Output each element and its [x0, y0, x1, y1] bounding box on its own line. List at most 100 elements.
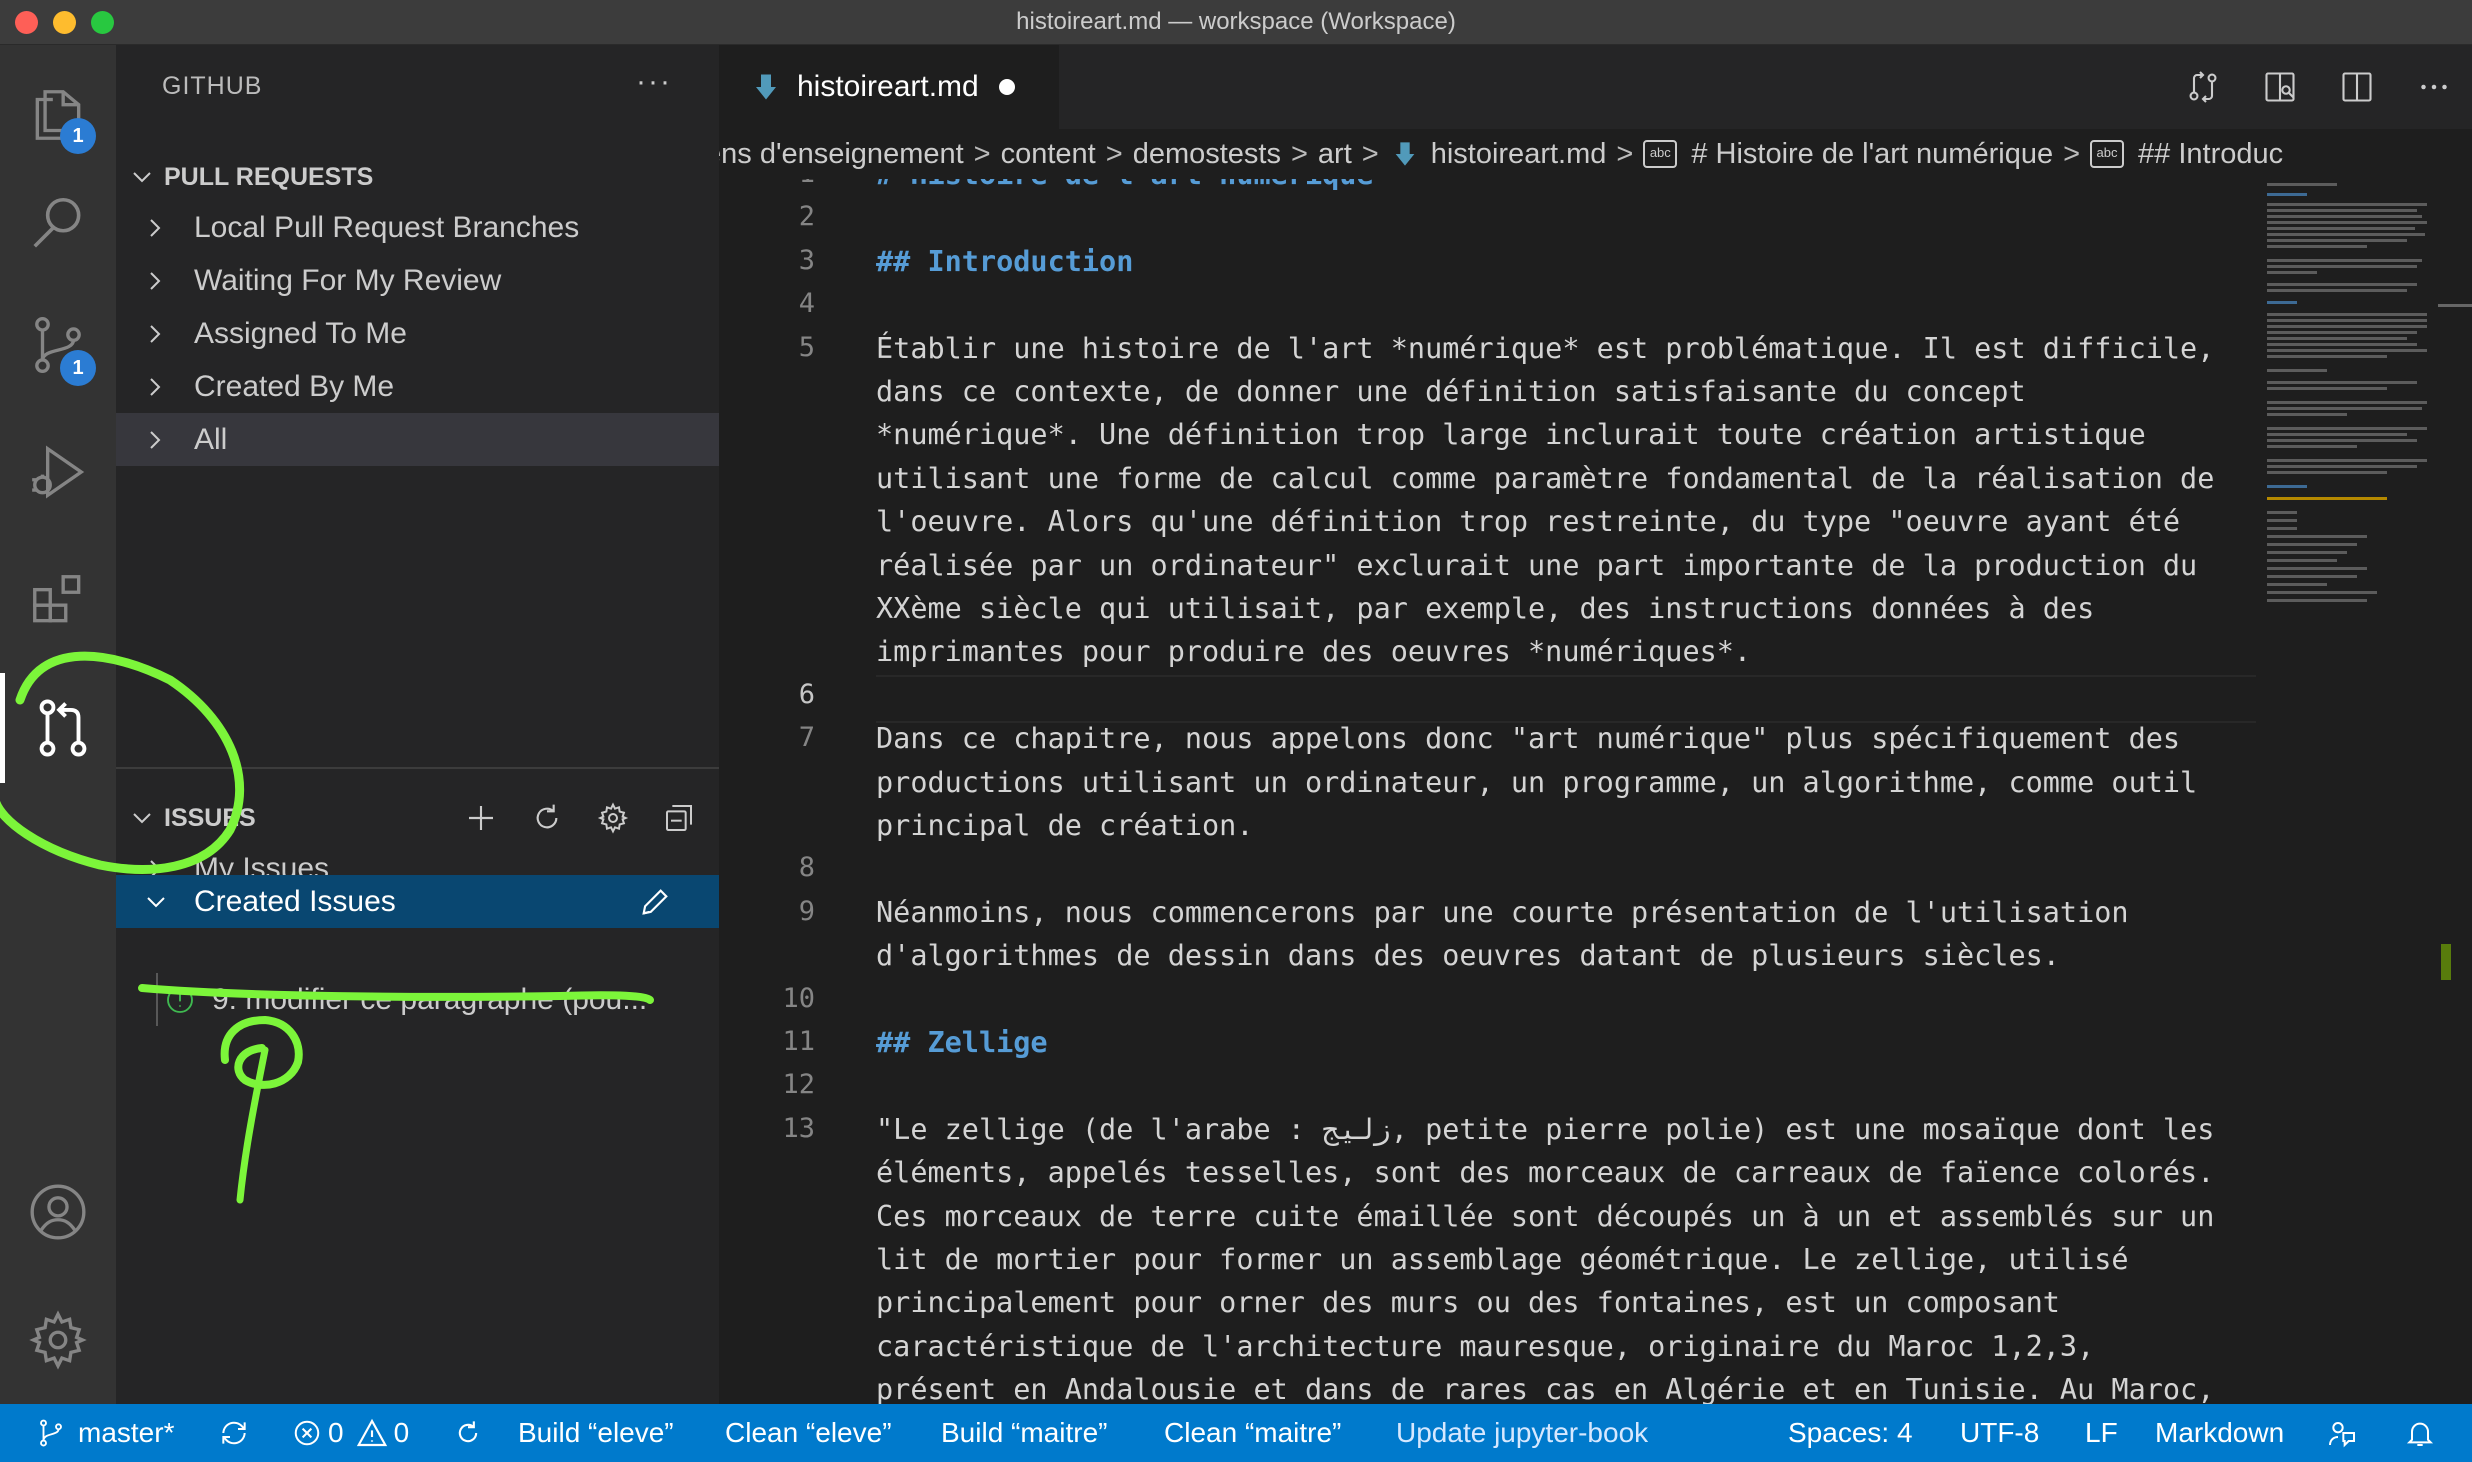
- pr-category-created-by-me[interactable]: Created By Me: [116, 360, 719, 413]
- code-line[interactable]: principal de création.: [876, 809, 1254, 842]
- breadcrumb-item[interactable]: demostests: [1133, 129, 1281, 179]
- code-line[interactable]: présent en Andalousie et dans de rares c…: [876, 1373, 2214, 1404]
- bell-icon: [2406, 1422, 2434, 1446]
- language-mode-status[interactable]: Markdown: [2155, 1404, 2284, 1462]
- code-line[interactable]: réalisée par un ordinateur" exclurait un…: [876, 549, 2197, 582]
- breadcrumb-item[interactable]: histoireart.md: [1431, 129, 1607, 179]
- search-activity[interactable]: [0, 168, 116, 278]
- code-line[interactable]: imprimantes pour produire des oeuvres *n…: [876, 635, 1751, 668]
- pr-category-assigned[interactable]: Assigned To Me: [116, 307, 719, 360]
- line-number: 4: [798, 288, 815, 320]
- status-bar: master* 0 0 Build “eleve” Clean “eleve” …: [0, 1404, 2472, 1462]
- code-line[interactable]: XXème siècle qui utilisait, par exemple,…: [876, 592, 2094, 625]
- clean-eleve-button[interactable]: Clean “eleve”: [725, 1404, 892, 1462]
- issues-section-header[interactable]: ISSUES: [116, 794, 719, 842]
- code-line[interactable]: d'algorithmes de dessin dans des oeuvres…: [876, 939, 2060, 972]
- pr-category-label: All: [194, 423, 228, 456]
- eol-status[interactable]: LF: [2085, 1404, 2118, 1462]
- minimap[interactable]: [2259, 179, 2439, 779]
- code-line[interactable]: Dans ce chapitre, nous appelons donc "ar…: [876, 722, 2180, 755]
- extensions-activity[interactable]: [0, 545, 116, 655]
- code-line[interactable]: lit de mortier pour former un assemblage…: [876, 1243, 2129, 1276]
- chevron-down-icon: [144, 875, 168, 928]
- code-line[interactable]: l'oeuvre. Alors qu'une définition trop r…: [876, 505, 2180, 538]
- code-line[interactable]: ## Zellige: [876, 1026, 1048, 1059]
- refresh-icon: [536, 804, 558, 829]
- source-control-activity[interactable]: 1: [0, 290, 116, 400]
- pr-category-all[interactable]: All: [116, 413, 719, 466]
- sync-button[interactable]: [218, 1404, 250, 1462]
- collapse-all-button[interactable]: [646, 802, 712, 834]
- open-changes-button[interactable]: [2164, 69, 2241, 105]
- issue-title: 9: modifier ce paragraphe (pou...: [212, 983, 648, 1016]
- run-debug-activity[interactable]: [0, 417, 116, 527]
- editor-actions: [2164, 45, 2472, 129]
- accounts-activity[interactable]: [0, 1157, 116, 1267]
- build-eleve-button[interactable]: Build “eleve”: [518, 1404, 674, 1462]
- branch-status[interactable]: master*: [36, 1404, 174, 1462]
- breadcrumb-item[interactable]: content: [1001, 129, 1096, 179]
- run-task-button[interactable]: [454, 1404, 482, 1462]
- breadcrumb-item[interactable]: ## Introduc: [2138, 129, 2283, 179]
- breadcrumb-item[interactable]: ens d'enseignement: [719, 129, 964, 179]
- create-issue-button[interactable]: [448, 802, 514, 834]
- code-line[interactable]: éléments, appelés tesselles, sont des mo…: [876, 1156, 2214, 1189]
- sidebar-more-actions-button[interactable]: ···: [636, 65, 672, 99]
- github-pull-requests-activity[interactable]: [0, 673, 121, 783]
- chevron-right-icon: >: [1616, 138, 1634, 170]
- problems-status[interactable]: 0 0: [292, 1404, 409, 1462]
- manage-activity[interactable]: [0, 1285, 116, 1395]
- pull-requests-section-header[interactable]: PULL REQUESTS: [116, 153, 719, 201]
- chevron-right-icon: >: [1105, 138, 1123, 170]
- configure-issues-button[interactable]: [580, 802, 646, 834]
- code-line[interactable]: productions utilisant un ordinateur, un …: [876, 766, 2197, 799]
- code-line[interactable]: # Histoire de l'art numérique: [876, 179, 1374, 191]
- code-editor[interactable]: 1 # Histoire de l'art numérique 2 3 ## Intro…: [719, 179, 2472, 1404]
- sidebar: GITHUB ··· PULL REQUESTS Local Pull Requ…: [116, 45, 719, 1404]
- line-number: 5: [798, 331, 815, 363]
- code-line[interactable]: utilisant une forme de calcul comme para…: [876, 462, 2214, 495]
- update-jupyter-book-button[interactable]: Update jupyter-book: [1396, 1404, 1648, 1462]
- pr-category-waiting-review[interactable]: Waiting For My Review: [116, 254, 719, 307]
- activity-bar: 1 1: [0, 45, 116, 1404]
- issue-item[interactable]: 9: modifier ce paragraphe (pou...: [116, 973, 719, 1026]
- compare-changes-icon: [2189, 71, 2216, 103]
- code-line[interactable]: ## Introduction: [876, 245, 1133, 278]
- notifications-button[interactable]: [2404, 1404, 2436, 1462]
- ellipsis-icon: [2420, 84, 2447, 90]
- refresh-issues-button[interactable]: [514, 802, 580, 834]
- issues-query-created-issues[interactable]: Created Issues: [116, 875, 719, 928]
- markdown-file-icon: [1395, 142, 1415, 166]
- unsaved-dot-icon[interactable]: [998, 79, 1015, 95]
- tab-histoireart-md[interactable]: histoireart.md: [719, 45, 1059, 129]
- search-icon: [33, 197, 81, 248]
- explorer-activity[interactable]: 1: [0, 60, 116, 170]
- breadcrumb-item[interactable]: # Histoire de l'art numérique: [1691, 129, 2053, 179]
- sync-icon: [222, 1421, 246, 1445]
- code-line[interactable]: principalement pour orner des murs ou de…: [876, 1286, 2060, 1319]
- edit-query-button[interactable]: [638, 875, 672, 928]
- code-line[interactable]: caractéristique de l'architecture maures…: [876, 1330, 2094, 1363]
- chevron-right-icon: >: [2063, 138, 2081, 170]
- code-line[interactable]: Établir une histoire de l'art *numérique…: [876, 332, 2214, 365]
- scrollbar-position-indicator[interactable]: [2438, 304, 2472, 307]
- indentation-status[interactable]: Spaces: 4: [1788, 1404, 1913, 1462]
- encoding-status[interactable]: UTF-8: [1960, 1404, 2039, 1462]
- code-line[interactable]: *numérique*. Une définition trop large i…: [876, 418, 2146, 451]
- title-bar: histoireart.md — workspace (Workspace): [0, 0, 2472, 45]
- pr-category-local-branches[interactable]: Local Pull Request Branches: [116, 201, 719, 254]
- chevron-right-icon: >: [1361, 138, 1379, 170]
- build-maitre-button[interactable]: Build “maitre”: [941, 1404, 1107, 1462]
- open-preview-button[interactable]: [2241, 69, 2318, 105]
- feedback-button[interactable]: [2326, 1404, 2358, 1462]
- code-line[interactable]: "Le zellige (de l'arabe : زليج, petite p…: [876, 1113, 2214, 1146]
- breadcrumb-item[interactable]: art: [1318, 129, 1352, 179]
- clean-maitre-button[interactable]: Clean “maitre”: [1164, 1404, 1341, 1462]
- code-line[interactable]: dans ce contexte, de donner une définiti…: [876, 375, 2026, 408]
- code-line[interactable]: Ces morceaux de terre cuite émaillée son…: [876, 1200, 2214, 1233]
- more-actions-button[interactable]: [2395, 69, 2472, 105]
- warning-icon: [356, 1418, 387, 1447]
- code-line[interactable]: Néanmoins, nous commencerons par une cou…: [876, 896, 2129, 929]
- split-editor-button[interactable]: [2318, 69, 2395, 105]
- line-number: 3: [798, 244, 815, 276]
